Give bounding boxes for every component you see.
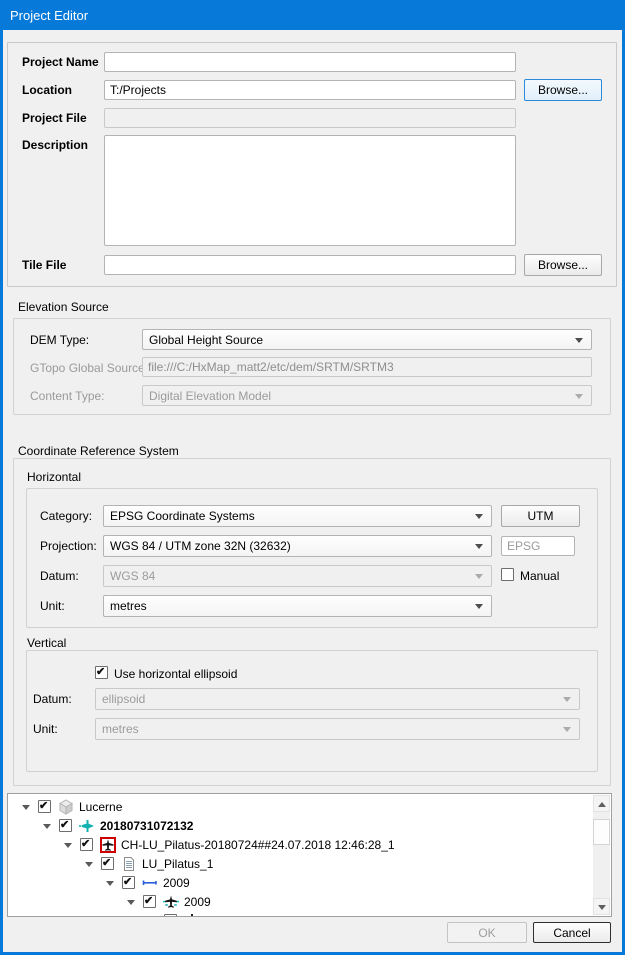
- tile-file-input[interactable]: [104, 255, 516, 275]
- tree-checkbox[interactable]: [38, 800, 51, 813]
- crs-title: Coordinate Reference System: [18, 444, 179, 458]
- category-select[interactable]: EPSG Coordinate Systems: [103, 505, 492, 527]
- category-label: Category:: [40, 509, 92, 523]
- chevron-down-icon: [563, 697, 571, 702]
- ok-button[interactable]: OK: [447, 922, 527, 943]
- project-name-input[interactable]: [104, 52, 516, 72]
- manual-label: Manual: [520, 569, 559, 583]
- tree-checkbox[interactable]: [143, 895, 156, 908]
- tree-row[interactable]: 2009: [8, 893, 611, 912]
- description-label: Description: [22, 138, 88, 152]
- tree-scrollbar[interactable]: [593, 795, 610, 915]
- vertical-unit-label: Unit:: [33, 722, 58, 736]
- scroll-up-icon: [598, 802, 606, 807]
- utm-button[interactable]: UTM: [501, 505, 580, 527]
- vertical-unit-select: metres: [95, 718, 580, 740]
- chevron-down-icon: [475, 604, 483, 609]
- vertical-group: [26, 650, 598, 772]
- use-horizontal-ellipsoid-checkbox[interactable]: [95, 666, 108, 679]
- project-file-label: Project File: [22, 111, 87, 125]
- scrollbar-thumb[interactable]: [593, 819, 610, 845]
- tree-checkbox[interactable]: [80, 838, 93, 851]
- expand-arrow-icon[interactable]: [22, 805, 30, 810]
- content-type-select: Digital Elevation Model: [142, 385, 592, 406]
- project-file-input: [104, 108, 516, 128]
- projection-select[interactable]: WGS 84 / UTM zone 32N (32632): [103, 535, 492, 557]
- tree-row[interactable]: LU_Pilatus_1: [8, 855, 611, 874]
- scroll-down-icon: [598, 905, 606, 910]
- scroll-down-button[interactable]: [593, 898, 610, 915]
- vertical-datum-label: Datum:: [33, 692, 72, 706]
- tile-file-browse-button[interactable]: Browse...: [524, 254, 602, 276]
- tree-row[interactable]: 20180731072132: [8, 817, 611, 836]
- tile-file-label: Tile File: [22, 258, 66, 272]
- airplane-icon: [79, 818, 95, 834]
- project-name-label: Project Name: [22, 55, 99, 69]
- expand-arrow-icon[interactable]: [106, 881, 114, 886]
- cube-icon: [58, 799, 74, 815]
- title-bar[interactable]: Project Editor: [0, 0, 625, 30]
- tree-checkbox[interactable]: [101, 857, 114, 870]
- content-type-label: Content Type:: [30, 389, 105, 403]
- use-horizontal-ellipsoid-label: Use horizontal ellipsoid: [114, 667, 237, 681]
- window-title: Project Editor: [10, 8, 88, 23]
- projection-label: Projection:: [40, 539, 97, 553]
- dem-type-select[interactable]: Global Height Source: [142, 329, 592, 350]
- tree-row-partial[interactable]: [8, 912, 611, 917]
- tree-checkbox[interactable]: [164, 914, 177, 917]
- manual-checkbox[interactable]: [501, 568, 514, 581]
- tree-row[interactable]: CH-LU_Pilatus-20180724##24.07.2018 12:46…: [8, 836, 611, 855]
- tree-row[interactable]: 2009: [8, 874, 611, 893]
- chevron-down-icon: [575, 394, 583, 399]
- gtopo-source-label: GTopo Global Source:: [30, 361, 148, 375]
- elevation-source-title: Elevation Source: [18, 300, 109, 314]
- description-textarea[interactable]: [104, 135, 516, 246]
- location-browse-button[interactable]: Browse...: [524, 79, 602, 101]
- expand-arrow-icon[interactable]: [85, 862, 93, 867]
- scroll-up-button[interactable]: [593, 795, 610, 812]
- airplane-red-box-icon: [100, 837, 116, 853]
- vertical-title: Vertical: [27, 636, 66, 650]
- location-label: Location: [22, 83, 72, 97]
- project-tree: Lucerne 20180731072132: [7, 793, 612, 917]
- tree-checkbox[interactable]: [122, 876, 135, 889]
- gtopo-source-input: [142, 357, 592, 377]
- chevron-down-icon: [475, 574, 483, 579]
- expand-arrow-icon[interactable]: [127, 900, 135, 905]
- expand-arrow-icon[interactable]: [43, 824, 51, 829]
- datum-select: WGS 84: [103, 565, 492, 587]
- chevron-down-icon: [475, 514, 483, 519]
- unit-label: Unit:: [40, 599, 65, 613]
- horizontal-title: Horizontal: [27, 470, 81, 484]
- dem-type-label: DEM Type:: [30, 333, 89, 347]
- epsg-input[interactable]: [501, 536, 575, 556]
- clipped-icon: [191, 914, 193, 917]
- dialog-body: Project Name Location Browse... Project …: [3, 30, 622, 952]
- document-icon: [121, 856, 137, 872]
- cancel-button[interactable]: Cancel: [533, 922, 611, 943]
- datum-label: Datum:: [40, 569, 79, 583]
- expand-arrow-icon[interactable]: [64, 843, 72, 848]
- tree-checkbox[interactable]: [59, 819, 72, 832]
- vertical-datum-select: ellipsoid: [95, 688, 580, 710]
- chevron-down-icon: [575, 338, 583, 343]
- unit-select[interactable]: metres: [103, 595, 492, 617]
- chevron-down-icon: [475, 544, 483, 549]
- line-segment-icon: [142, 875, 158, 891]
- location-input[interactable]: [104, 80, 516, 100]
- project-editor-dialog: Project Editor Project Name Location Bro…: [0, 0, 625, 955]
- tree-row[interactable]: Lucerne: [8, 798, 611, 817]
- airplane-crosshair-icon: [163, 894, 179, 910]
- chevron-down-icon: [563, 727, 571, 732]
